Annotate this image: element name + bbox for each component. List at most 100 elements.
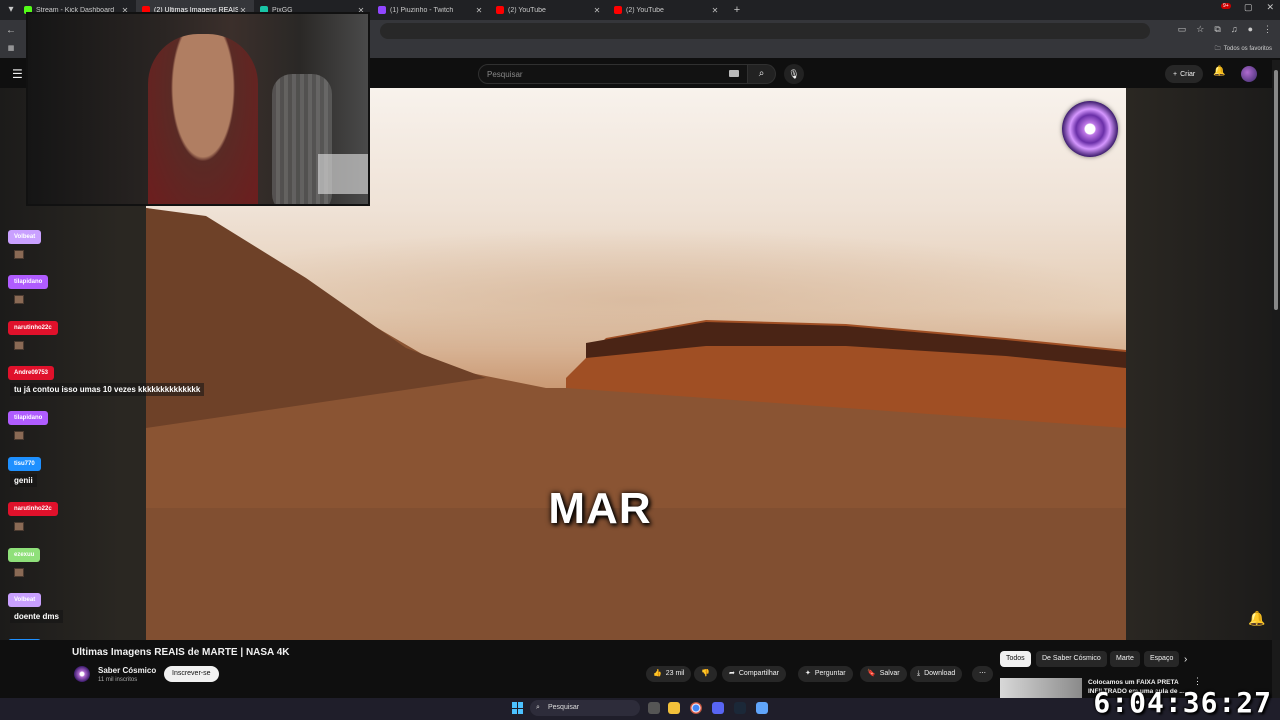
apps-icon[interactable]: ▦ bbox=[4, 42, 18, 56]
subscribe-button[interactable]: Inscrever-se bbox=[164, 666, 219, 682]
taskbar-search[interactable]: ⌕ Pesquisar bbox=[530, 700, 640, 716]
chip-mars[interactable]: Marte bbox=[1110, 651, 1140, 667]
tab-close-icon[interactable]: ✕ bbox=[592, 6, 602, 15]
scrollbar-thumb[interactable] bbox=[1274, 70, 1278, 310]
tab-search-icon[interactable]: ▾ bbox=[4, 3, 18, 17]
tab-youtube-1[interactable]: (2) YouTube ✕ bbox=[490, 0, 608, 20]
thumbs-up-icon: 👍 bbox=[653, 670, 662, 677]
voice-search-button[interactable]: 🎙 bbox=[784, 64, 804, 84]
keyboard-icon[interactable] bbox=[729, 70, 739, 77]
tab-youtube-2[interactable]: (2) YouTube ✕ bbox=[608, 0, 726, 20]
webcam-desk bbox=[318, 154, 368, 194]
streamer-webcam bbox=[26, 12, 370, 206]
save-button[interactable]: 🔖 Salvar bbox=[860, 666, 907, 682]
ask-button[interactable]: ✦ Perguntar bbox=[798, 666, 853, 682]
video-title: Ultimas Imagens REAIS de MARTE | NASA 4K bbox=[72, 647, 290, 658]
chat-emote-icon bbox=[14, 250, 24, 259]
subscriber-count: 11 mil inscritos bbox=[98, 677, 138, 683]
profile-icon[interactable]: ● bbox=[1248, 24, 1253, 35]
like-button[interactable]: 👍 23 mil bbox=[646, 666, 692, 682]
extensions-icon[interactable]: ⧉ bbox=[1214, 24, 1220, 35]
maximize-icon[interactable]: ▢ bbox=[1244, 2, 1253, 13]
twitch-favicon-icon bbox=[378, 6, 386, 14]
like-count: 23 mil bbox=[665, 670, 685, 677]
tab-label: (2) YouTube bbox=[626, 6, 664, 14]
taskbar-search-label: Pesquisar bbox=[548, 704, 580, 711]
chat-username: Volbeat bbox=[8, 230, 42, 244]
discord-icon[interactable] bbox=[712, 702, 724, 714]
bookmark-icon: 🔖 bbox=[867, 670, 876, 677]
chat-emote-icon bbox=[14, 295, 24, 304]
all-bookmarks-label: Todos os favoritos bbox=[1223, 46, 1272, 52]
chat-emote-icon bbox=[14, 568, 24, 577]
url-input[interactable] bbox=[380, 23, 1150, 39]
hamburger-menu-icon[interactable]: ☰ bbox=[12, 67, 23, 81]
tab-close-icon[interactable]: ✕ bbox=[474, 6, 484, 15]
chat-username: narutinho22c bbox=[8, 502, 58, 516]
create-button[interactable]: + Criar bbox=[1165, 65, 1204, 83]
tab-twitch[interactable]: (1) Piuzinho - Twitch ✕ bbox=[372, 0, 490, 20]
thumbs-down-icon: 👎 bbox=[701, 670, 710, 677]
chat-username: tilapidano bbox=[8, 411, 49, 425]
ask-label: Perguntar bbox=[814, 670, 846, 677]
chip-space[interactable]: Espaço bbox=[1144, 651, 1180, 667]
account-avatar[interactable] bbox=[1241, 66, 1257, 82]
youtube-favicon-icon bbox=[496, 6, 504, 14]
share-icon: ➦ bbox=[729, 670, 735, 677]
back-icon[interactable]: ← bbox=[4, 24, 18, 38]
chip-from-channel[interactable]: De Saber Cósmico bbox=[1036, 651, 1107, 667]
chat-emote-icon bbox=[14, 522, 24, 531]
chevron-right-icon[interactable]: › bbox=[1184, 654, 1187, 665]
task-view-icon[interactable] bbox=[648, 702, 660, 714]
download-label: Download bbox=[924, 670, 956, 677]
search-input[interactable]: Pesquisar bbox=[478, 64, 748, 84]
webcam-streamer bbox=[148, 34, 258, 204]
search-button[interactable]: ⌕ bbox=[748, 64, 776, 84]
chrome-icon[interactable] bbox=[690, 702, 702, 714]
chat-emote-icon bbox=[14, 341, 24, 350]
chat-message: doente dms bbox=[10, 610, 63, 623]
all-bookmarks-folder[interactable]: 🗀 Todos os favoritos bbox=[1215, 44, 1272, 54]
chat-message: genii bbox=[10, 474, 37, 487]
windows-start-icon[interactable] bbox=[512, 702, 524, 714]
cast-icon[interactable]: ▭ bbox=[1178, 24, 1187, 35]
notifications-bell-icon[interactable]: 🔔 bbox=[1213, 66, 1225, 77]
alert-bell-icon: 🔔 bbox=[1248, 610, 1266, 626]
create-label: Criar bbox=[1180, 70, 1196, 78]
tab-close-icon[interactable]: ✕ bbox=[710, 6, 720, 15]
channel-watermark-logo[interactable] bbox=[1062, 101, 1118, 157]
new-tab-button[interactable]: + bbox=[730, 3, 744, 17]
video-subtitle-text: MAR bbox=[548, 484, 652, 533]
share-button[interactable]: ➦ Compartilhar bbox=[722, 666, 786, 682]
more-menu-icon[interactable]: ⋮ bbox=[1263, 24, 1272, 35]
toolbar-icons: ▭ ☆ ⧉ ♫ ● ⋮ bbox=[1178, 24, 1272, 35]
windows-taskbar bbox=[0, 698, 1280, 720]
chip-all[interactable]: Todos bbox=[1000, 651, 1031, 667]
more-actions-button[interactable]: ⋯ bbox=[972, 666, 993, 682]
save-label: Salvar bbox=[879, 670, 900, 677]
download-button[interactable]: ⤓ Download bbox=[910, 666, 963, 682]
chat-username: ezexuu bbox=[8, 548, 41, 562]
chat-username: Volbeat bbox=[8, 593, 42, 607]
notification-count-badge: 9+ bbox=[1221, 3, 1231, 9]
notepad-icon[interactable] bbox=[756, 702, 768, 714]
youtube-favicon-icon bbox=[614, 6, 622, 14]
search-placeholder: Pesquisar bbox=[487, 70, 523, 79]
steam-icon[interactable] bbox=[734, 702, 746, 714]
recommended-video-thumbnail[interactable] bbox=[1000, 678, 1082, 700]
file-explorer-icon[interactable] bbox=[668, 702, 680, 714]
plus-icon: + bbox=[1173, 70, 1178, 78]
dislike-button[interactable]: 👎 bbox=[694, 666, 717, 682]
chat-message: tu já contou isso umas 10 vezes kkkkkkkk… bbox=[10, 383, 205, 396]
close-window-icon[interactable]: ✕ bbox=[1266, 2, 1274, 13]
share-label: Compartilhar bbox=[738, 670, 779, 677]
tab-label: (2) YouTube bbox=[508, 6, 546, 14]
window-controls: – ▢ ✕ bbox=[1225, 2, 1274, 13]
channel-name[interactable]: Saber Cósmico bbox=[98, 666, 156, 675]
media-icon[interactable]: ♫ bbox=[1231, 24, 1238, 35]
tab-label: (1) Piuzinho - Twitch bbox=[390, 6, 454, 14]
bookmark-star-icon[interactable]: ☆ bbox=[1196, 24, 1204, 35]
chat-username: tisu770 bbox=[8, 457, 41, 471]
microphone-icon: 🎙 bbox=[788, 69, 800, 79]
channel-avatar[interactable] bbox=[74, 666, 90, 682]
